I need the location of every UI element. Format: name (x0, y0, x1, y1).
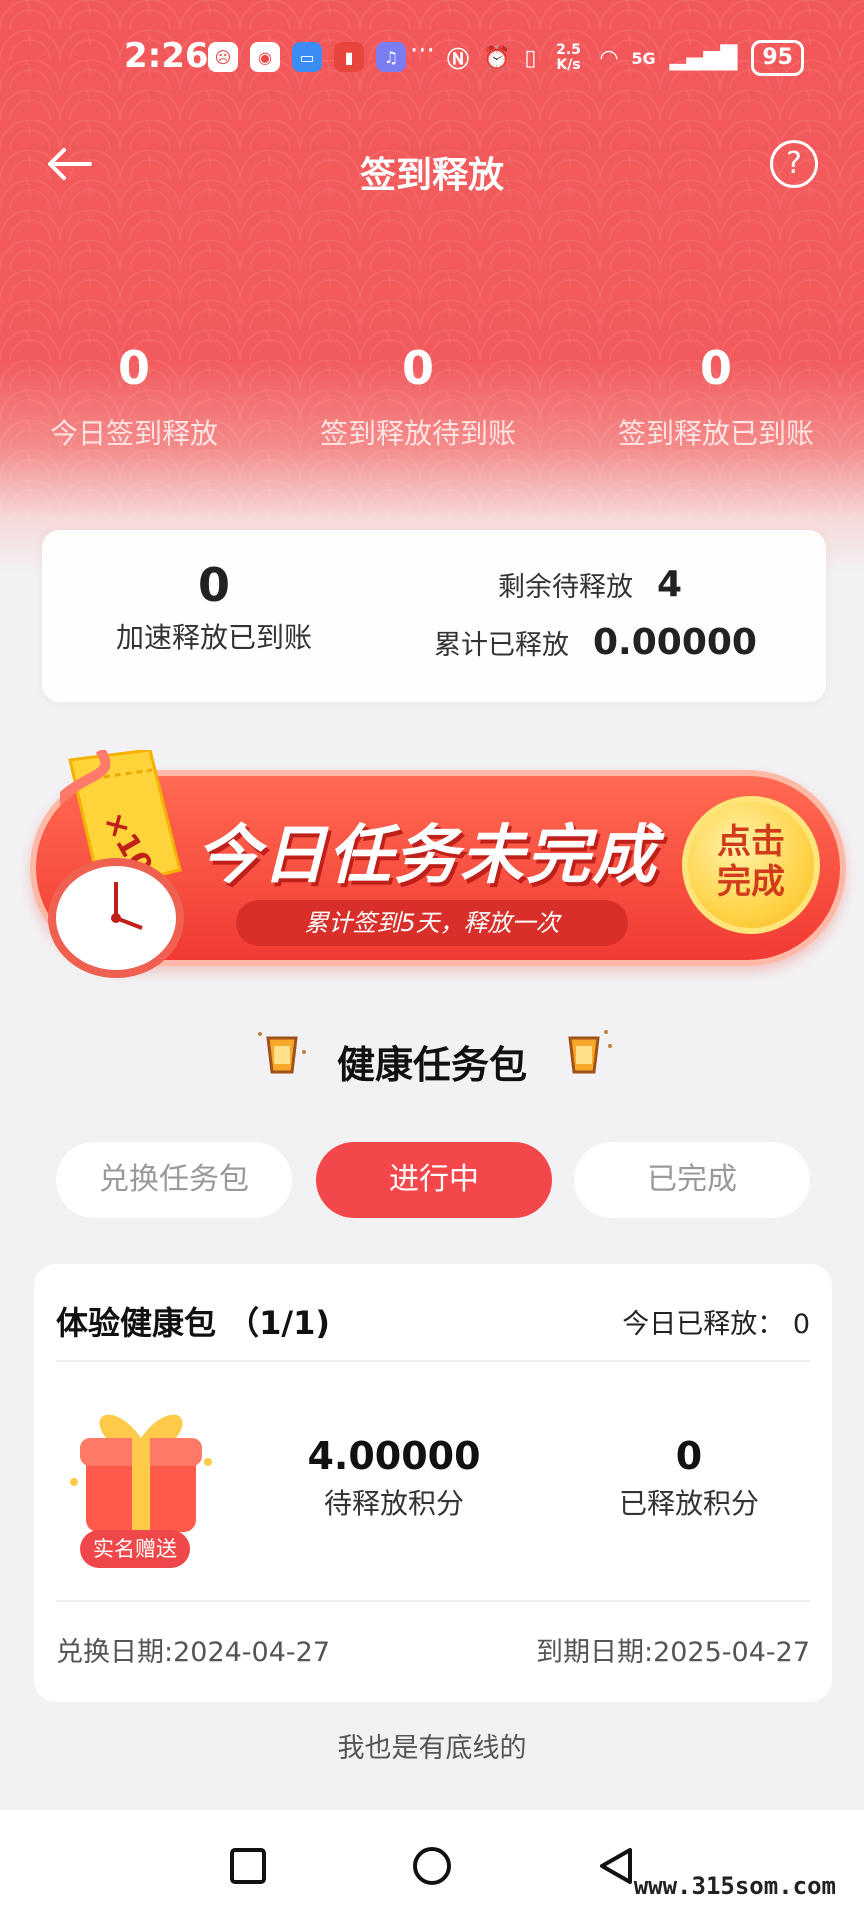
app-icon: ▮ (334, 42, 364, 72)
qq-icon: ◉ (250, 42, 280, 72)
gift-box-icon (70, 1414, 212, 1532)
recent-apps-icon[interactable] (228, 1846, 268, 1886)
battery-indicator: 95 (751, 40, 804, 76)
help-icon[interactable]: ? (770, 140, 818, 188)
pending-value: 4.00000 (307, 1434, 481, 1478)
stat-pending: 0 签到释放待到账 (288, 340, 548, 452)
realname-gift-badge: 实名赠送 (80, 1530, 190, 1568)
stat-received: 0 签到释放已到账 (586, 340, 846, 452)
total-value: 0.00000 (593, 622, 757, 663)
divider (56, 1600, 810, 1602)
signal-icon: ▂▄▆█ (669, 45, 738, 71)
remaining-row: 剩余待释放 4 (498, 564, 682, 605)
stat-label: 签到释放已到账 (617, 417, 814, 450)
watermark: www.315som.com (633, 1872, 836, 1900)
tab-exchange[interactable]: 兑换任务包 (56, 1142, 292, 1218)
music-icon: ♫ (376, 42, 406, 72)
expire-date: 到期日期:2025-04-27 (535, 1637, 810, 1668)
system-nav-bar: www.315som.com (0, 1810, 864, 1920)
stat-value: 0 (117, 341, 150, 395)
more-notifications-icon: ··· (410, 36, 435, 66)
notification-icons: ☹ ◉ ▭ ▮ ♫ (208, 42, 406, 72)
nfc-icon: Ⓝ (446, 48, 469, 73)
clock-icon (48, 858, 184, 978)
released-label: 已释放积分 (618, 1487, 759, 1520)
release-summary-card: 0 加速释放已到账 剩余待释放 4 累计已释放 0.00000 (42, 530, 826, 702)
stat-value: 0 (401, 341, 434, 395)
status-time: 2:26 (124, 36, 209, 76)
app-notification-icon: ☹ (208, 42, 238, 72)
system-status-icons: Ⓝ ⏰ ▯ 2.5 K/s ◠ 5G ▂▄▆█ 95 (447, 40, 804, 76)
banner-title: 今日任务未完成 (196, 819, 658, 893)
network-speed: 2.5 K/s (556, 42, 581, 73)
total-row: 累计已释放 0.00000 (434, 622, 757, 663)
accel-value: 0 (197, 558, 230, 612)
stat-label: 签到释放待到账 (319, 417, 516, 450)
end-of-list-note: 我也是有底线的 (337, 1733, 527, 1764)
pending-points: 4.00000 待释放积分 (294, 1434, 494, 1522)
tab-in-progress[interactable]: 进行中 (316, 1142, 552, 1218)
today-released: 今日已释放： 0 (622, 1309, 810, 1340)
home-icon[interactable] (410, 1846, 454, 1890)
page-title: 签到释放 (359, 155, 504, 196)
remaining-value: 4 (657, 564, 683, 605)
pending-label: 待释放积分 (323, 1487, 464, 1520)
released-value: 0 (675, 1434, 703, 1478)
status-bar: 2:26 ☹ ◉ ▭ ▮ ♫ ··· Ⓝ ⏰ ▯ 2.5 K/s ◠ 5G ▂▄… (0, 36, 864, 84)
lantern-icon (568, 1030, 612, 1074)
accel-label: 加速释放已到账 (115, 621, 312, 654)
stat-label: 今日签到释放 (49, 417, 218, 450)
alarm-icon: ⏰ (482, 45, 511, 71)
complete-task-button[interactable]: 点击完成 (682, 796, 820, 934)
task-package-card[interactable]: 体验健康包 （1/1) 今日已释放： 0 实名赠送 4.00000 待释放积分 … (34, 1264, 832, 1702)
signal-label: 5G (631, 48, 656, 68)
task-banner[interactable]: ×100 今日任务未完成 累计签到5天，释放一次 点击完成 (20, 750, 850, 990)
released-points: 0 已释放积分 (594, 1434, 784, 1522)
remaining-label: 剩余待释放 (498, 572, 633, 603)
tab-completed[interactable]: 已完成 (574, 1142, 810, 1218)
back-icon[interactable] (596, 1846, 636, 1890)
nav-bar: 签到释放 ? (0, 140, 864, 200)
complete-task-label: 点击完成 (717, 822, 785, 902)
wifi-icon: ◠ (600, 45, 618, 71)
message-icon: ▭ (292, 42, 322, 72)
vibrate-icon: ▯ (524, 45, 537, 71)
stat-today-release: 0 今日签到释放 (4, 340, 264, 452)
total-label: 累计已释放 (434, 630, 569, 661)
stat-value: 0 (699, 341, 732, 395)
banner-subtitle: 累计签到5天，释放一次 (236, 900, 628, 946)
section-title: 健康任务包 (336, 1043, 527, 1087)
package-title: 体验健康包 （1/1) (56, 1304, 330, 1342)
accelerated-release: 0 加速释放已到账 (104, 558, 324, 656)
divider (56, 1360, 810, 1362)
exchange-date: 兑换日期:2024-04-27 (56, 1637, 331, 1668)
